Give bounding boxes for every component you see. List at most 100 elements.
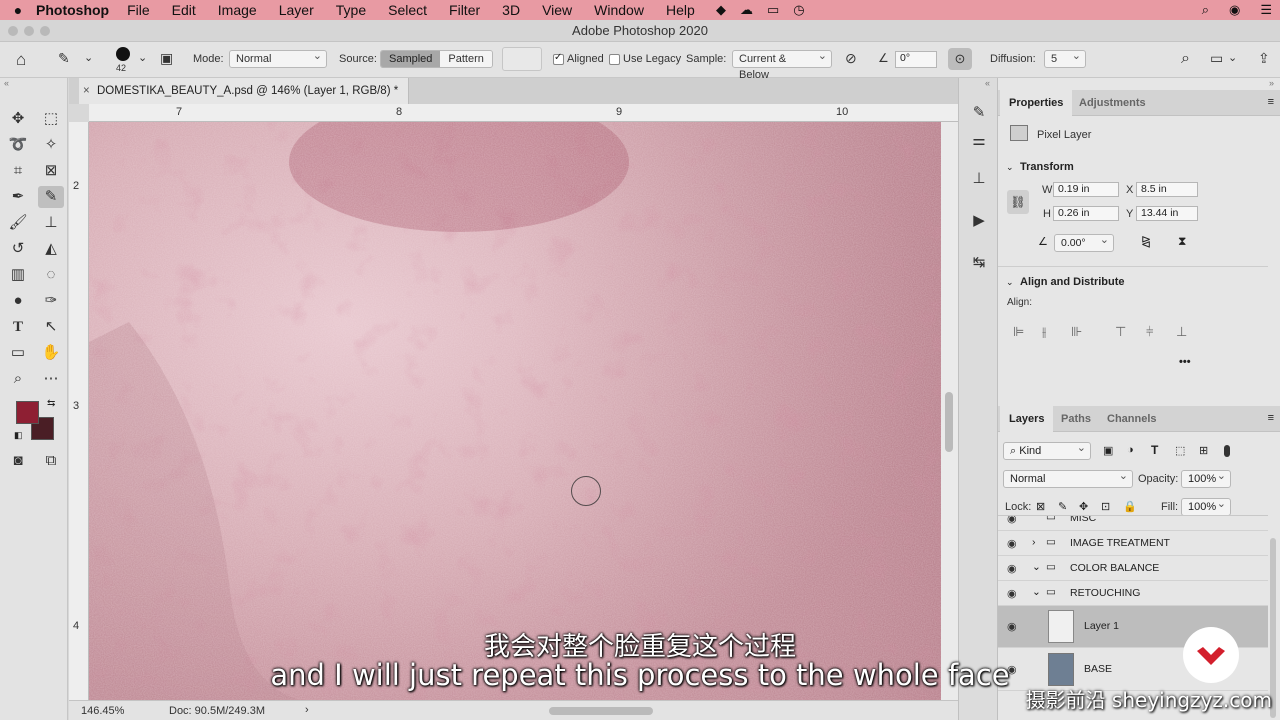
frame-tool-icon[interactable]: ⊠: [38, 160, 64, 182]
collapse-panels-icon[interactable]: «: [985, 78, 990, 88]
collapse-chevron-icon[interactable]: ⌄: [1032, 586, 1041, 598]
canvas[interactable]: [89, 122, 941, 700]
zoom-level[interactable]: 146.45%: [81, 705, 124, 717]
home-icon[interactable]: ⌂: [16, 50, 26, 70]
sample-select[interactable]: Current & Below: [732, 48, 832, 81]
menu-window[interactable]: Window: [594, 2, 644, 18]
align-middle-v-icon[interactable]: ⫩: [1146, 324, 1153, 340]
lock-artboard-icon[interactable]: ⊡: [1101, 500, 1110, 513]
horizontal-scroll-thumb[interactable]: [549, 707, 653, 715]
move-tool-icon[interactable]: ✥: [5, 108, 31, 130]
clone-source-panel-icon[interactable]: ⊥: [967, 168, 991, 190]
actions-panel-icon[interactable]: ▶: [967, 210, 991, 232]
x-input[interactable]: 8.5 in: [1136, 182, 1198, 197]
more-tools-icon[interactable]: ⋯: [38, 368, 64, 390]
dropbox-icon[interactable]: ◆: [716, 2, 726, 18]
collapse-toolbar-icon[interactable]: «: [4, 78, 9, 88]
align-center-h-icon[interactable]: ⫲: [1042, 324, 1046, 340]
marquee-tool-icon[interactable]: ⬚: [38, 108, 64, 130]
healing-brush-tool-icon[interactable]: ✎: [38, 186, 64, 208]
crop-tool-icon[interactable]: ⌗: [5, 160, 31, 182]
control-center-icon[interactable]: ☰: [1260, 2, 1272, 18]
workspace-chevron-icon[interactable]: ⌄: [1228, 51, 1237, 64]
swap-colors-icon[interactable]: ⇆: [47, 398, 55, 409]
source-sampled-button[interactable]: Sampled: [381, 51, 441, 67]
filter-adjustment-icon[interactable]: ◑: [1127, 444, 1134, 456]
menu-view[interactable]: View: [542, 2, 572, 18]
menu-type[interactable]: Type: [336, 2, 366, 18]
adjustments-panel-icon[interactable]: ⚌: [967, 130, 991, 152]
transform-chevron-icon[interactable]: ⌄: [1006, 162, 1014, 173]
eraser-tool-icon[interactable]: ◭: [38, 238, 64, 260]
creative-cloud-icon[interactable]: ☁: [740, 2, 753, 18]
brush-settings-panel-icon[interactable]: ✎: [967, 102, 991, 124]
menu-app-name[interactable]: Photoshop: [36, 2, 109, 18]
menu-help[interactable]: Help: [666, 2, 695, 18]
close-window-button[interactable]: [8, 26, 18, 36]
angle-input[interactable]: 0°: [895, 51, 937, 68]
link-dimensions-icon[interactable]: ⛓: [1007, 190, 1029, 214]
lock-position-icon[interactable]: ✥: [1079, 500, 1088, 513]
quick-mask-icon[interactable]: ◙: [5, 450, 31, 472]
tab-layers[interactable]: Layers: [1000, 406, 1054, 432]
eyedropper-tool-icon[interactable]: ✒: [5, 186, 31, 208]
history-panel-icon[interactable]: ↹: [967, 252, 991, 274]
menu-edit[interactable]: Edit: [172, 2, 196, 18]
menu-filter[interactable]: Filter: [449, 2, 480, 18]
siri-icon[interactable]: ◉: [1229, 2, 1240, 18]
brush-picker-chevron-icon[interactable]: ⌄: [138, 51, 147, 64]
flip-vertical-icon[interactable]: ⧗: [1178, 234, 1186, 249]
layer-filter-select[interactable]: ⌕ Kind: [1003, 440, 1091, 460]
more-options-icon[interactable]: •••: [1179, 356, 1191, 368]
lasso-tool-icon[interactable]: ➰: [5, 134, 31, 156]
close-tab-icon[interactable]: ×: [83, 78, 90, 104]
document-tab[interactable]: × DOMESTIKA_BEAUTY_A.psd @ 146% (Layer 1…: [79, 78, 410, 104]
spotlight-search-icon[interactable]: ⌕: [1202, 2, 1209, 18]
minimize-window-button[interactable]: [24, 26, 34, 36]
visibility-eye-icon[interactable]: ◉: [1007, 562, 1017, 575]
filter-pixel-icon[interactable]: ▣: [1103, 444, 1113, 457]
vertical-scroll-thumb[interactable]: [945, 392, 953, 452]
default-colors-icon[interactable]: ◧: [14, 430, 23, 441]
brush-tool-icon[interactable]: 🖌: [5, 212, 31, 234]
expand-chevron-icon[interactable]: ›: [1032, 536, 1036, 548]
tab-paths[interactable]: Paths: [1052, 406, 1100, 432]
layers-menu-icon[interactable]: ≡: [1268, 412, 1274, 424]
tool-preset-chevron-icon[interactable]: ⌄: [84, 51, 93, 64]
pen-tool-icon[interactable]: ✑: [38, 290, 64, 312]
filter-smart-object-icon[interactable]: ⊞: [1199, 444, 1208, 457]
magic-wand-tool-icon[interactable]: ✧: [38, 134, 64, 156]
rotate-angle-select[interactable]: 0.00°: [1054, 232, 1114, 252]
layer-row[interactable]: ◉ ⌄ ▭ RETOUCHING: [998, 581, 1268, 606]
h-input[interactable]: 0.26 in: [1053, 206, 1119, 221]
fill-select[interactable]: 100%: [1181, 496, 1231, 516]
pattern-picker[interactable]: [502, 47, 542, 71]
menu-file[interactable]: File: [127, 2, 150, 18]
opacity-select[interactable]: 100%: [1181, 468, 1231, 488]
gradient-tool-icon[interactable]: ▥: [5, 264, 31, 286]
hand-tool-icon[interactable]: ✋: [38, 342, 64, 364]
dodge-tool-icon[interactable]: ●: [5, 290, 31, 312]
brush-preview[interactable]: [116, 47, 130, 61]
share-icon[interactable]: ⇪: [1258, 50, 1270, 67]
healing-brush-tool-icon[interactable]: ✎: [58, 50, 70, 67]
search-icon[interactable]: ⌕: [1181, 50, 1190, 68]
aligned-checkbox[interactable]: Aligned: [553, 52, 604, 65]
path-selection-tool-icon[interactable]: ↖: [38, 316, 64, 338]
use-legacy-checkbox[interactable]: Use Legacy: [609, 53, 681, 65]
y-input[interactable]: 13.44 in: [1136, 206, 1198, 221]
tab-adjustments[interactable]: Adjustments: [1070, 90, 1155, 116]
layer-row[interactable]: ◉ › ▭ IMAGE TREATMENT: [998, 531, 1268, 556]
filter-shape-icon[interactable]: ⬚: [1175, 444, 1185, 457]
screen-mode-icon[interactable]: ⧉: [38, 450, 64, 472]
align-right-icon[interactable]: ⊪: [1071, 324, 1082, 340]
workspace-icon[interactable]: ▭: [1210, 50, 1223, 67]
foreground-color-swatch[interactable]: [16, 401, 39, 424]
diffusion-select[interactable]: 5: [1044, 48, 1086, 68]
zoom-window-button[interactable]: [40, 26, 50, 36]
align-top-icon[interactable]: ⊤: [1115, 324, 1126, 340]
lock-all-icon[interactable]: 🔒: [1123, 500, 1137, 513]
vertical-scrollbar[interactable]: [941, 122, 958, 700]
time-machine-icon[interactable]: ◷: [793, 2, 804, 18]
pressure-size-icon[interactable]: ⊙: [948, 48, 972, 70]
